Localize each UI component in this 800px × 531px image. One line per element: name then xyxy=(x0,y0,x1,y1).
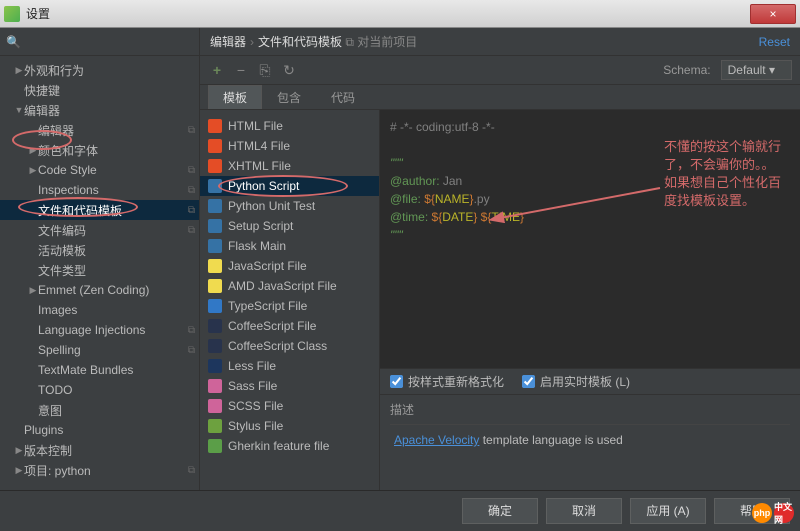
add-button[interactable]: + xyxy=(208,61,226,79)
search-bar: 🔍 xyxy=(0,28,199,56)
footer: 确定 取消 应用 (A) 帮助 xyxy=(0,490,800,530)
tree-item[interactable]: 意图 xyxy=(0,400,199,420)
description-label: 描述 xyxy=(380,394,800,420)
description-body: Apache Velocity template language is use… xyxy=(390,424,790,484)
tree-item[interactable]: ▶Emmet (Zen Coding) xyxy=(0,280,199,300)
template-item[interactable]: Python Script xyxy=(200,176,379,196)
copy-button[interactable]: ⎘ xyxy=(256,61,274,79)
tree-item[interactable]: ▶版本控制 xyxy=(0,440,199,460)
template-item[interactable]: HTML4 File xyxy=(200,136,379,156)
schema-label: Schema: xyxy=(663,63,710,77)
tab[interactable]: 包含 xyxy=(262,85,316,109)
cancel-button[interactable]: 取消 xyxy=(546,498,622,524)
toolbar: + − ⎘ ↻ Schema: Default ▾ xyxy=(200,56,800,84)
search-icon: 🔍 xyxy=(6,35,21,49)
template-item[interactable]: Stylus File xyxy=(200,416,379,436)
annotation-text: 不懂的按这个输就行了，不会骗你的。。如果想自己个性化百度找模板设置。 xyxy=(664,138,784,210)
template-item[interactable]: AMD JavaScript File xyxy=(200,276,379,296)
tree-item[interactable]: TODO xyxy=(0,380,199,400)
template-item[interactable]: CoffeeScript File xyxy=(200,316,379,336)
apply-button[interactable]: 应用 (A) xyxy=(630,498,706,524)
title-bar: 设置 × xyxy=(0,0,800,28)
tree-item[interactable]: Inspections⧉ xyxy=(0,180,199,200)
tree-item[interactable]: ▶Code Style⧉ xyxy=(0,160,199,180)
tree-item[interactable]: 编辑器⧉ xyxy=(0,120,199,140)
reformat-checkbox[interactable]: 按样式重新格式化 xyxy=(390,373,504,390)
tab[interactable]: 代码 xyxy=(316,85,370,109)
watermark: php 中文网 xyxy=(752,503,794,523)
reset-link[interactable]: Reset xyxy=(759,35,790,49)
tree-item[interactable]: ▶外观和行为 xyxy=(0,60,199,80)
template-item[interactable]: HTML File xyxy=(200,116,379,136)
window-title: 设置 xyxy=(26,5,750,22)
template-item[interactable]: CoffeeScript Class xyxy=(200,336,379,356)
tree-item[interactable]: Language Injections⧉ xyxy=(0,320,199,340)
tree-item[interactable]: Spelling⧉ xyxy=(0,340,199,360)
app-icon xyxy=(4,6,20,22)
tree-item[interactable]: 文件和代码模板⧉ xyxy=(0,200,199,220)
template-list: HTML FileHTML4 FileXHTML FilePython Scri… xyxy=(200,110,380,490)
schema-select[interactable]: Default ▾ xyxy=(721,60,792,80)
sidebar: 🔍 ▶外观和行为快捷键▼编辑器编辑器⧉▶颜色和字体▶Code Style⧉Ins… xyxy=(0,28,200,490)
tree-item[interactable]: 文件类型 xyxy=(0,260,199,280)
tree-item[interactable]: 活动模板 xyxy=(0,240,199,260)
search-input[interactable] xyxy=(25,35,193,49)
tree-item[interactable]: Plugins xyxy=(0,420,199,440)
breadcrumb: 编辑器›文件和代码模板 ⧉ 对当前项目 xyxy=(210,33,759,50)
refresh-button[interactable]: ↻ xyxy=(280,61,298,79)
live-template-checkbox[interactable]: 启用实时模板 (L) xyxy=(522,373,630,390)
tree-item[interactable]: 文件编码⧉ xyxy=(0,220,199,240)
ok-button[interactable]: 确定 xyxy=(462,498,538,524)
velocity-link[interactable]: Apache Velocity xyxy=(394,433,479,447)
tree-item[interactable]: 快捷键 xyxy=(0,80,199,100)
template-item[interactable]: Flask Main xyxy=(200,236,379,256)
tabs: 模板包含代码 xyxy=(200,84,800,110)
content-pane: 编辑器›文件和代码模板 ⧉ 对当前项目 Reset + − ⎘ ↻ Schema… xyxy=(200,28,800,490)
template-item[interactable]: JavaScript File xyxy=(200,256,379,276)
template-item[interactable]: Setup Script xyxy=(200,216,379,236)
tree-item[interactable]: ▶项目: python⧉ xyxy=(0,460,199,480)
template-item[interactable]: XHTML File xyxy=(200,156,379,176)
tree-item[interactable]: ▶颜色和字体 xyxy=(0,140,199,160)
template-item[interactable]: SCSS File xyxy=(200,396,379,416)
close-button[interactable]: × xyxy=(750,4,796,24)
template-item[interactable]: Python Unit Test xyxy=(200,196,379,216)
template-item[interactable]: Less File xyxy=(200,356,379,376)
tab[interactable]: 模板 xyxy=(208,85,262,109)
tree-item[interactable]: Images xyxy=(0,300,199,320)
template-item[interactable]: TypeScript File xyxy=(200,296,379,316)
template-item[interactable]: Gherkin feature file xyxy=(200,436,379,456)
template-item[interactable]: Sass File xyxy=(200,376,379,396)
tree-item[interactable]: ▼编辑器 xyxy=(0,100,199,120)
settings-tree: ▶外观和行为快捷键▼编辑器编辑器⧉▶颜色和字体▶Code Style⧉Inspe… xyxy=(0,56,199,490)
remove-button[interactable]: − xyxy=(232,61,250,79)
tree-item[interactable]: TextMate Bundles xyxy=(0,360,199,380)
